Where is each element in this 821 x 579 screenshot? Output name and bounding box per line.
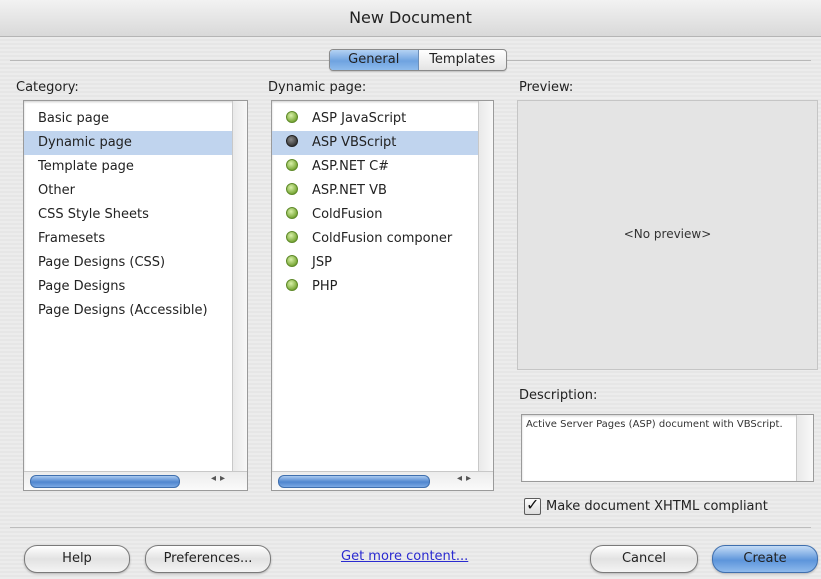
- dynamic-vertical-scrollbar[interactable]: [478, 101, 493, 472]
- help-button[interactable]: Help: [24, 545, 130, 573]
- dynamic-page-label: Dynamic page:: [268, 80, 367, 95]
- footer-divider: [10, 527, 811, 528]
- document-type-icon: [286, 111, 298, 123]
- document-type-icon: [286, 135, 298, 147]
- list-item-label: JSP: [312, 255, 332, 270]
- description-text: Active Server Pages (ASP) document with …: [526, 419, 783, 430]
- document-type-icon: [286, 159, 298, 171]
- preferences-button[interactable]: Preferences...: [145, 545, 271, 573]
- list-item[interactable]: ASP.NET VB: [272, 179, 493, 203]
- list-item[interactable]: ColdFusion: [272, 203, 493, 227]
- list-item[interactable]: CSS Style Sheets: [24, 203, 247, 227]
- category-horizontal-scrollbar[interactable]: ◂▸: [24, 471, 247, 490]
- create-button[interactable]: Create: [712, 545, 818, 573]
- list-item-label: ColdFusion: [312, 207, 383, 222]
- dynamic-horizontal-scrollbar[interactable]: ◂▸: [272, 471, 493, 490]
- list-item-label: Dynamic page: [38, 135, 132, 150]
- list-item-label: PHP: [312, 279, 338, 294]
- list-item[interactable]: ASP.NET C#: [272, 155, 493, 179]
- no-preview-text: <No preview>: [623, 227, 712, 241]
- list-item-label: Framesets: [38, 231, 106, 246]
- description-box: Active Server Pages (ASP) document with …: [521, 414, 814, 482]
- list-item[interactable]: Dynamic page: [24, 131, 247, 155]
- category-list[interactable]: Basic page Dynamic page Template page Other…: [23, 100, 248, 491]
- list-item-label: ASP JavaScript: [312, 111, 407, 126]
- description-label: Description:: [519, 388, 598, 403]
- xhtml-compliant-checkbox[interactable]: ✓: [524, 494, 541, 515]
- document-type-icon: [286, 207, 298, 219]
- tab-bar: General Templates: [329, 49, 507, 71]
- list-item-label: Page Designs (Accessible): [38, 303, 208, 318]
- xhtml-compliant-option[interactable]: ✓ Make document XHTML compliant: [524, 494, 768, 516]
- document-type-icon: [286, 279, 298, 291]
- list-item[interactable]: Basic page: [24, 107, 247, 131]
- category-scroll-thumb[interactable]: [30, 475, 180, 488]
- category-vertical-scrollbar[interactable]: [232, 101, 247, 472]
- list-item[interactable]: ColdFusion componer: [272, 227, 493, 251]
- list-item[interactable]: Page Designs (Accessible): [24, 299, 247, 323]
- document-type-icon: [286, 255, 298, 267]
- dynamic-scroll-thumb[interactable]: [278, 475, 430, 488]
- window-title: New Document: [349, 8, 472, 27]
- list-item[interactable]: Page Designs (CSS): [24, 251, 247, 275]
- list-item-label: ASP.NET VB: [312, 183, 387, 198]
- title-bar: New Document: [0, 0, 821, 37]
- get-more-content-link[interactable]: Get more content...: [341, 549, 468, 564]
- category-label: Category:: [16, 80, 79, 95]
- xhtml-compliant-label[interactable]: Make document XHTML compliant: [546, 499, 768, 514]
- list-item-label: CSS Style Sheets: [38, 207, 149, 222]
- list-item-label: Template page: [38, 159, 134, 174]
- scroll-arrows-icon[interactable]: ◂▸: [457, 473, 475, 484]
- list-item-label: ColdFusion componer: [312, 231, 453, 246]
- list-item[interactable]: Page Designs: [24, 275, 247, 299]
- list-item-label: ASP VBScript: [312, 135, 397, 150]
- list-item[interactable]: Other: [24, 179, 247, 203]
- list-item[interactable]: ASP JavaScript: [272, 107, 493, 131]
- tab-templates[interactable]: Templates: [419, 50, 507, 70]
- list-item[interactable]: Framesets: [24, 227, 247, 251]
- list-item[interactable]: Template page: [24, 155, 247, 179]
- checkmark-icon: ✓: [526, 494, 540, 514]
- description-scrollbar[interactable]: [796, 415, 813, 481]
- list-item-label: ASP.NET C#: [312, 159, 390, 174]
- preview-pane: <No preview>: [517, 100, 818, 370]
- preview-label: Preview:: [519, 80, 574, 95]
- list-item[interactable]: JSP: [272, 251, 493, 275]
- list-item[interactable]: ASP VBScript: [272, 131, 493, 155]
- document-type-icon: [286, 231, 298, 243]
- list-item[interactable]: PHP: [272, 275, 493, 299]
- list-item-label: Other: [38, 183, 75, 198]
- tab-general[interactable]: General: [330, 50, 419, 70]
- dynamic-page-list[interactable]: ASP JavaScript ASP VBScript ASP.NET C# ASP.…: [271, 100, 494, 491]
- list-item-label: Basic page: [38, 111, 110, 126]
- new-document-dialog: New Document General Templates Category:…: [0, 0, 821, 579]
- cancel-button[interactable]: Cancel: [590, 545, 698, 573]
- list-item-label: Page Designs (CSS): [38, 255, 166, 270]
- list-item-label: Page Designs: [38, 279, 126, 294]
- scroll-arrows-icon[interactable]: ◂▸: [211, 473, 229, 484]
- document-type-icon: [286, 183, 298, 195]
